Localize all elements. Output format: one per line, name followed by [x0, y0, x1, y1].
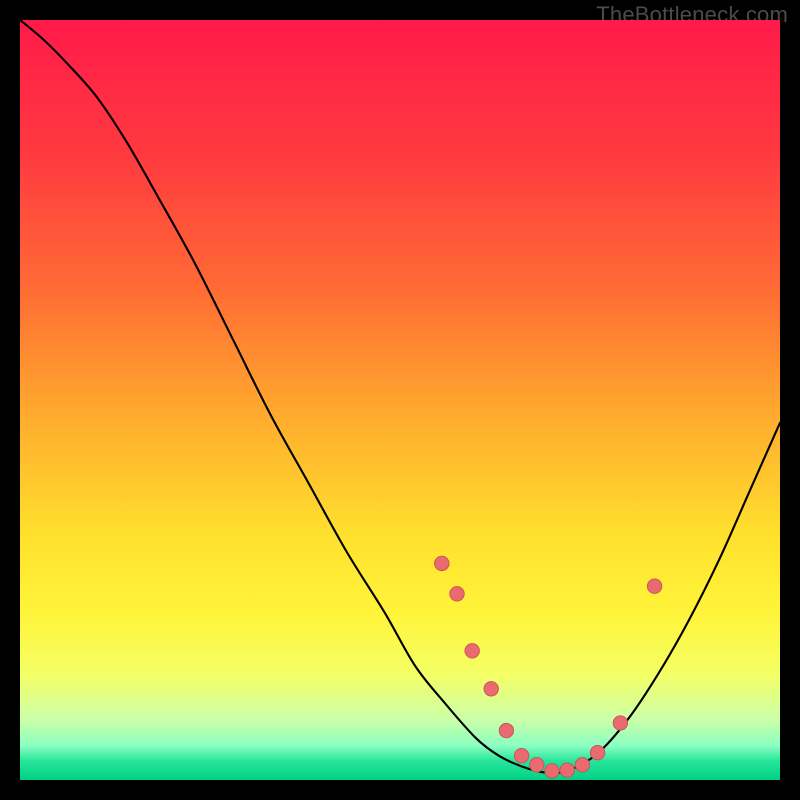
- marker-dot: [450, 587, 464, 601]
- marker-dot: [530, 758, 544, 772]
- marker-dot: [499, 723, 513, 737]
- highlight-markers: [435, 556, 662, 778]
- marker-dot: [484, 682, 498, 696]
- marker-dot: [590, 745, 604, 759]
- chart-stage: TheBottleneck.com: [0, 0, 800, 800]
- marker-dot: [435, 556, 449, 570]
- marker-dot: [560, 763, 574, 777]
- marker-dot: [465, 644, 479, 658]
- marker-dot: [575, 758, 589, 772]
- plot-area: [20, 20, 780, 780]
- marker-dot: [545, 764, 559, 778]
- bottleneck-curve: [20, 20, 780, 773]
- marker-dot: [514, 748, 528, 762]
- curve-layer: [20, 20, 780, 780]
- marker-dot: [647, 579, 661, 593]
- marker-dot: [613, 716, 627, 730]
